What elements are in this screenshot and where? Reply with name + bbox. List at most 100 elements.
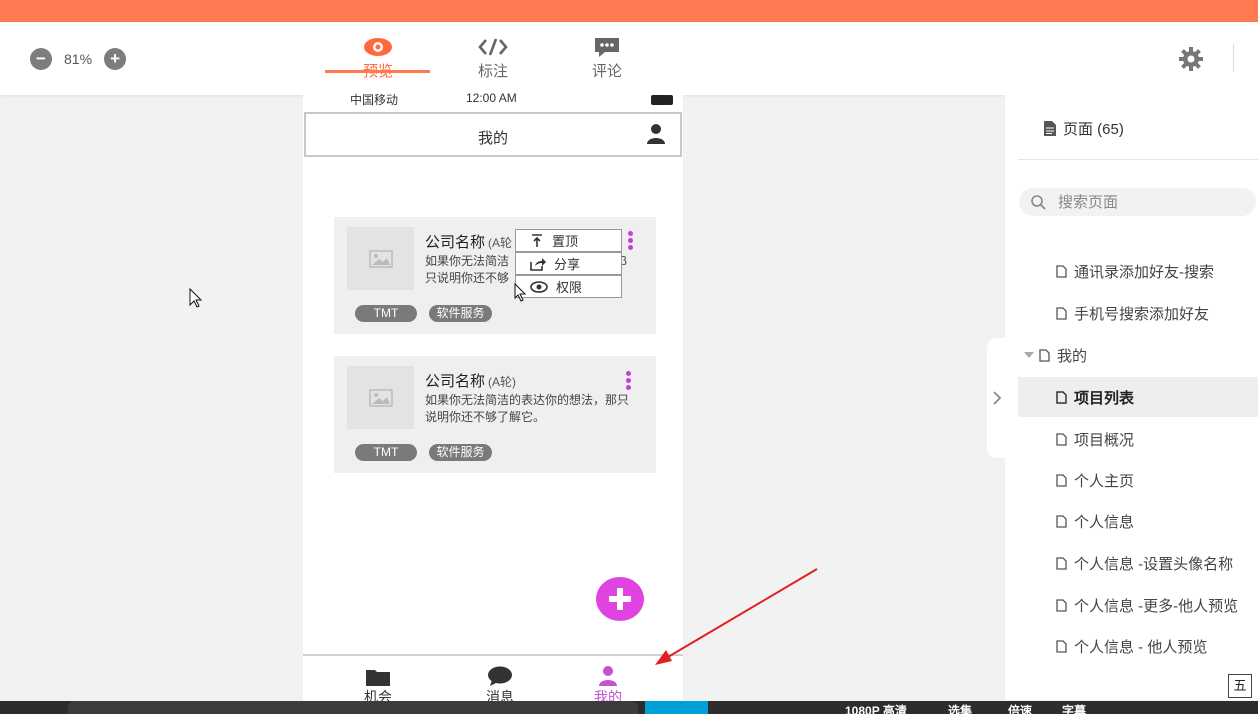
- phone-prototype: 中国移动 12:00 AM 我的 公司名称 (A轮 如果你无法简洁 β 只说明你还不…: [303, 91, 683, 705]
- zoom-control: − 81% +: [30, 48, 127, 70]
- more-options-icon[interactable]: [628, 231, 634, 252]
- page-icon: [1056, 306, 1067, 320]
- status-time: 12:00 AM: [466, 91, 517, 105]
- page-icon: [1056, 390, 1067, 404]
- page-list-item[interactable]: 个人信息 - 他人预览: [1018, 626, 1258, 666]
- user-icon: [568, 661, 648, 687]
- menu-item-label: 分享: [554, 257, 581, 272]
- page-icon: [1056, 264, 1067, 278]
- company-description: 如果你无法简洁的表达你的想法，那只说明你还不够了解它。: [425, 393, 630, 424]
- comment-icon: [562, 34, 652, 60]
- pages-title: 页面 (65): [1063, 121, 1124, 138]
- page-label: 个人信息 - 他人预览: [1074, 638, 1208, 656]
- tag-badge: TMT: [355, 305, 417, 322]
- pages-panel: 页面 (65) 通讯录添加好友-搜索 手机号搜索添加好友 我的 项目列表 项目概…: [1005, 95, 1258, 700]
- chevron-right-icon: [993, 391, 1002, 405]
- document-icon: [1044, 121, 1056, 136]
- search-icon: [1031, 194, 1046, 210]
- page-list-item[interactable]: 手机号搜索添加好友: [1018, 293, 1258, 333]
- send-button[interactable]: [645, 701, 708, 714]
- page-list-item[interactable]: 个人信息: [1018, 501, 1258, 541]
- page-title: 我的: [477, 130, 508, 147]
- page-search[interactable]: [1019, 188, 1256, 216]
- corner-button[interactable]: 五: [1228, 674, 1252, 698]
- zoom-level: 81%: [64, 51, 93, 67]
- chat-icon: [460, 661, 540, 687]
- page-icon: [1056, 432, 1067, 446]
- code-icon: [448, 34, 538, 60]
- page-label: 手机号搜索添加好友: [1074, 305, 1210, 323]
- page-label: 通讯录添加好友-搜索: [1074, 263, 1214, 281]
- active-tab-underline: [325, 70, 430, 73]
- tab-label: 标注: [477, 63, 508, 80]
- share-icon: [530, 257, 546, 271]
- menu-item-share[interactable]: 分享: [515, 252, 622, 275]
- page-list-item[interactable]: 个人信息 -设置头像名称: [1018, 543, 1258, 583]
- mouse-pointer-icon: [189, 287, 203, 308]
- eye-icon: [530, 280, 548, 293]
- menu-item-permission[interactable]: 权限: [515, 275, 622, 298]
- tab-preview[interactable]: 预览: [333, 34, 423, 81]
- page-label: 个人信息 -更多-他人预览: [1074, 597, 1239, 615]
- toolbar: − 81% + 预览 标注 评论: [0, 22, 1258, 95]
- funding-round: (A轮: [488, 236, 513, 250]
- page-list-item-selected[interactable]: 项目列表: [1018, 377, 1258, 417]
- page-label: 项目概况: [1074, 431, 1135, 449]
- page-label: 项目列表: [1074, 389, 1135, 407]
- divider: [1018, 159, 1258, 160]
- search-input[interactable]: [1058, 193, 1228, 211]
- caret-down-icon: [1024, 352, 1034, 358]
- top-accent-strip: [0, 0, 1258, 22]
- menu-item-label: 置顶: [552, 234, 579, 249]
- image-placeholder-icon: [347, 227, 414, 290]
- status-bar: 中国移动 12:00 AM: [303, 91, 683, 110]
- page-folder-item[interactable]: 我的: [1018, 335, 1258, 375]
- company-name: 公司名称 (A轮: [425, 234, 513, 251]
- panel-collapse-toggle[interactable]: [987, 338, 1007, 458]
- image-placeholder-icon: [347, 366, 414, 429]
- subtitle-button[interactable]: 字幕: [1062, 702, 1086, 714]
- toolbar-divider: [1233, 44, 1234, 72]
- page-list-item[interactable]: 项目概况: [1018, 419, 1258, 459]
- battery-icon: [651, 95, 673, 105]
- gear-icon[interactable]: [1178, 46, 1204, 72]
- menu-item-pin-top[interactable]: 置顶: [515, 229, 622, 252]
- funding-round: (A轮): [488, 375, 517, 389]
- tag-badge: 软件服务: [429, 305, 492, 322]
- add-button[interactable]: [596, 577, 644, 621]
- tab-annotation[interactable]: 标注: [448, 34, 538, 81]
- zoom-in-button[interactable]: +: [104, 48, 127, 70]
- folder-icon: [338, 661, 418, 687]
- page-header: 我的: [304, 112, 682, 157]
- tab-label: 评论: [591, 63, 622, 80]
- menu-item-label: 权限: [556, 280, 583, 295]
- eye-icon: [333, 34, 423, 60]
- bottom-tab-bar: 机会 消息 我的: [303, 654, 683, 705]
- tag-badge: 软件服务: [429, 444, 492, 461]
- page-icon: [1056, 556, 1067, 570]
- user-icon[interactable]: [646, 123, 666, 150]
- company-name: 公司名称 (A轮): [425, 373, 517, 390]
- danmaku-input[interactable]: [68, 701, 638, 714]
- page-list-item[interactable]: 通讯录添加好友-搜索: [1018, 251, 1258, 291]
- pin-top-icon: [532, 233, 542, 247]
- video-control-bar: 1080P 高清 选集 倍速 字幕: [0, 701, 1258, 714]
- tag-badge: TMT: [355, 444, 417, 461]
- company-card[interactable]: 公司名称 (A轮) 如果你无法简洁的表达你的想法，那只说明你还不够了解它。 TMT…: [334, 356, 656, 473]
- tab-comment[interactable]: 评论: [562, 34, 652, 81]
- page-label: 个人信息 -设置头像名称: [1074, 555, 1234, 573]
- quality-button[interactable]: 1080P 高清: [845, 702, 907, 714]
- page-label: 我的: [1057, 347, 1088, 365]
- page-label: 个人主页: [1074, 472, 1135, 490]
- page-list-item[interactable]: 个人信息 -更多-他人预览: [1018, 585, 1258, 625]
- page-icon: [1039, 348, 1050, 362]
- page-icon: [1056, 473, 1067, 487]
- more-options-icon[interactable]: [626, 371, 632, 392]
- pages-header: 页面 (65): [1043, 118, 1124, 139]
- episode-button[interactable]: 选集: [948, 702, 972, 714]
- page-icon: [1056, 514, 1067, 528]
- page-icon: [1056, 598, 1067, 612]
- speed-button[interactable]: 倍速: [1008, 702, 1032, 714]
- zoom-out-button[interactable]: −: [30, 48, 52, 70]
- page-list-item[interactable]: 个人主页: [1018, 460, 1258, 500]
